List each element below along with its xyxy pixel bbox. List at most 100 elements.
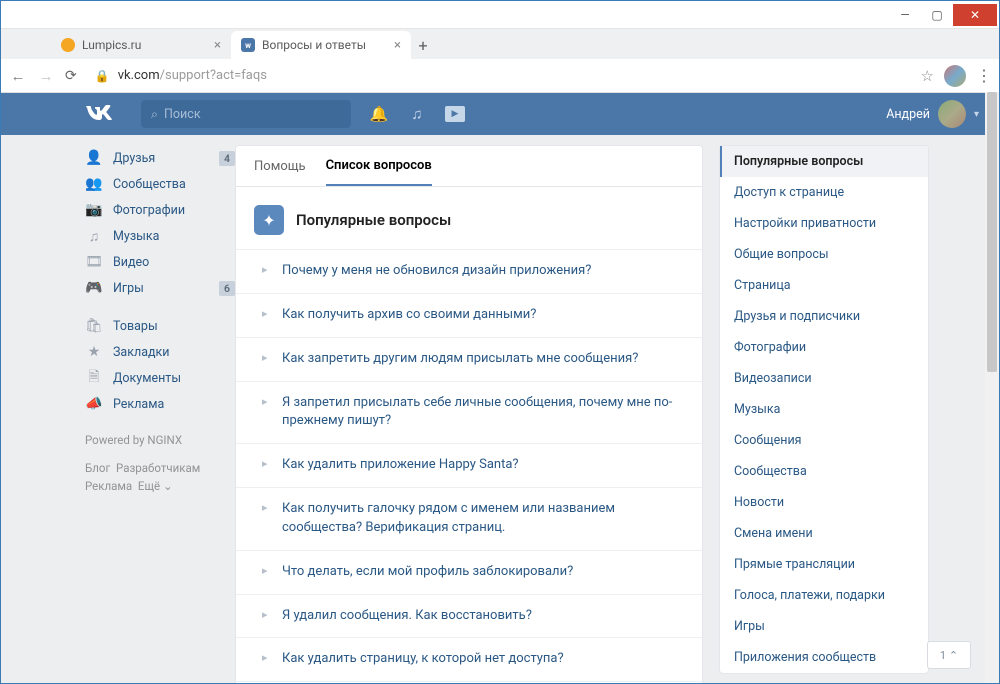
sidebar-item-groups[interactable]: 👥 Сообщества bbox=[85, 171, 235, 197]
subtab-help[interactable]: Помощь bbox=[254, 146, 306, 186]
sidebar-footer: Powered by NGINX Блог Разработчикам Рекл… bbox=[85, 431, 235, 495]
vk-header: ⌕ Поиск 🔔 ♫ ▶ Андрей ▾ bbox=[1, 93, 999, 135]
sidebar-item-docs[interactable]: 🗎 Документы bbox=[85, 365, 235, 391]
question-link[interactable]: Как получить галочку рядом с именем или … bbox=[236, 487, 702, 550]
window-close-button[interactable]: ✕ bbox=[953, 4, 997, 26]
categories-sidebar: Популярные вопросы Доступ к странице Нас… bbox=[719, 145, 929, 683]
notifications-icon[interactable]: 🔔 bbox=[369, 105, 389, 123]
sidebar-item-bookmarks[interactable]: ★ Закладки bbox=[85, 339, 235, 365]
category-link[interactable]: Приложения сообществ bbox=[720, 642, 928, 673]
chevron-down-icon: ▾ bbox=[974, 109, 979, 120]
tab-close-icon[interactable]: × bbox=[394, 38, 401, 53]
question-link[interactable]: Почему у меня не обновился дизайн прилож… bbox=[236, 249, 702, 293]
main-content: Помощь Список вопросов ✦ Популярные вопр… bbox=[235, 135, 703, 683]
lock-icon: 🔒 bbox=[95, 69, 110, 83]
category-link[interactable]: Игры bbox=[720, 611, 928, 642]
favicon-vk: w bbox=[241, 38, 255, 52]
username: Андрей bbox=[886, 107, 930, 122]
category-link[interactable]: Доступ к странице bbox=[720, 177, 928, 208]
nav-forward-icon[interactable]: → bbox=[37, 67, 55, 85]
category-link[interactable]: Музыка bbox=[720, 394, 928, 425]
questions-card: ✦ Популярные вопросы Почему у меня не об… bbox=[235, 187, 703, 683]
category-link[interactable]: Общие вопросы bbox=[720, 239, 928, 270]
reload-icon[interactable]: ⟳ bbox=[65, 68, 77, 84]
page-content: ⌕ Поиск 🔔 ♫ ▶ Андрей ▾ 👤 Друзья 4 bbox=[1, 93, 999, 683]
sidebar-label: Товары bbox=[113, 319, 158, 334]
subtab-questions-list[interactable]: Список вопросов bbox=[326, 146, 432, 186]
url-text: vk.com/support?act=faqs bbox=[118, 68, 267, 83]
question-link[interactable]: Как получить архив со своими данными? bbox=[236, 293, 702, 337]
vk-body: 👤 Друзья 4 👥 Сообщества 📷 Фотографии ♫ М… bbox=[1, 135, 999, 683]
sidebar-label: Друзья bbox=[113, 151, 155, 166]
search-input[interactable]: ⌕ Поиск bbox=[141, 100, 351, 128]
tab-label: Lumpics.ru bbox=[82, 38, 141, 52]
category-link[interactable]: Популярные вопросы bbox=[720, 146, 928, 177]
question-link[interactable]: Как запретить другим людям присылать мне… bbox=[236, 337, 702, 381]
sidebar-label: Фотографии bbox=[113, 203, 185, 218]
sidebar-item-photos[interactable]: 📷 Фотографии bbox=[85, 197, 235, 223]
category-link[interactable]: Сообщества bbox=[720, 456, 928, 487]
category-link[interactable]: Видеозаписи bbox=[720, 363, 928, 394]
sidebar-label: Документы bbox=[113, 371, 181, 386]
section-header: ✦ Популярные вопросы bbox=[236, 187, 702, 249]
sidebar-item-friends[interactable]: 👤 Друзья 4 bbox=[85, 145, 235, 171]
question-link[interactable]: Мою страницу взломали! bbox=[236, 681, 702, 683]
category-link[interactable]: Смена имени bbox=[720, 518, 928, 549]
question-link[interactable]: Как удалить приложение Happy Santa? bbox=[236, 443, 702, 487]
category-link[interactable]: Настройки приватности bbox=[720, 208, 928, 239]
category-link[interactable]: Новости bbox=[720, 487, 928, 518]
window-titlebar: — ▢ ✕ bbox=[1, 1, 999, 29]
question-link[interactable]: Как удалить страницу, к которой нет дост… bbox=[236, 637, 702, 681]
scroll-to-top-button[interactable]: 1 ⌃ bbox=[927, 641, 971, 669]
category-link[interactable]: Сообщения bbox=[720, 425, 928, 456]
category-link[interactable]: Голоса, платежи, подарки bbox=[720, 580, 928, 611]
browser-toolbar: ← → ⟳ 🔒 vk.com/support?act=faqs ☆ ⋮ bbox=[1, 59, 999, 93]
question-link[interactable]: Я запретил присылать себе личные сообщен… bbox=[236, 381, 702, 444]
footer-blog-link[interactable]: Блог bbox=[85, 461, 110, 475]
browser-tab-active[interactable]: w Вопросы и ответы × bbox=[231, 31, 411, 59]
bookmark-star-icon[interactable]: ☆ bbox=[921, 67, 934, 85]
music-icon[interactable]: ♫ bbox=[407, 105, 427, 123]
header-user-menu[interactable]: Андрей ▾ bbox=[886, 100, 979, 128]
question-link[interactable]: Я удалил сообщения. Как восстановить? bbox=[236, 594, 702, 638]
sidebar-item-games[interactable]: 🎮 Игры 6 bbox=[85, 275, 235, 301]
window-maximize-button[interactable]: ▢ bbox=[921, 4, 953, 26]
vk-logo[interactable] bbox=[85, 105, 113, 123]
sidebar-item-market[interactable]: 🛍 Товары bbox=[85, 313, 235, 339]
category-link[interactable]: Страница bbox=[720, 270, 928, 301]
document-icon: 🗎 bbox=[85, 366, 103, 390]
video-play-icon[interactable]: ▶ bbox=[445, 106, 465, 122]
nav-back-icon[interactable]: ← bbox=[9, 67, 27, 85]
footer-ads-link[interactable]: Реклама bbox=[85, 479, 132, 493]
section-title: Популярные вопросы bbox=[296, 211, 451, 229]
profile-avatar[interactable] bbox=[944, 65, 966, 87]
category-link[interactable]: Друзья и подписчики bbox=[720, 301, 928, 332]
sidebar-item-music[interactable]: ♫ Музыка bbox=[85, 223, 235, 249]
flame-icon: ✦ bbox=[254, 205, 284, 235]
sidebar-label: Сообщества bbox=[113, 177, 186, 192]
left-sidebar: 👤 Друзья 4 👥 Сообщества 📷 Фотографии ♫ М… bbox=[85, 135, 235, 683]
camera-icon: 📷 bbox=[85, 202, 103, 218]
megaphone-icon: 📣 bbox=[85, 396, 103, 412]
address-bar[interactable]: 🔒 vk.com/support?act=faqs bbox=[87, 68, 911, 83]
friends-icon: 👤 bbox=[85, 150, 103, 166]
category-link[interactable]: Фотографии bbox=[720, 332, 928, 363]
sidebar-item-ads[interactable]: 📣 Реклама bbox=[85, 391, 235, 417]
sidebar-label: Видео bbox=[113, 255, 149, 270]
subtab-bar: Помощь Список вопросов bbox=[235, 145, 703, 187]
browser-scrollbar[interactable] bbox=[985, 92, 999, 683]
music-note-icon: ♫ bbox=[85, 228, 103, 245]
browser-tab-inactive[interactable]: Lumpics.ru × bbox=[51, 31, 231, 59]
sidebar-badge: 4 bbox=[219, 151, 235, 166]
footer-devs-link[interactable]: Разработчикам bbox=[116, 461, 200, 475]
new-tab-button[interactable]: + bbox=[411, 36, 435, 59]
film-icon: 🎞 bbox=[85, 254, 103, 270]
sidebar-item-video[interactable]: 🎞 Видео bbox=[85, 249, 235, 275]
category-link[interactable]: Прямые трансляции bbox=[720, 549, 928, 580]
footer-more-link[interactable]: Ещё ⌄ bbox=[138, 479, 173, 493]
tab-close-icon[interactable]: × bbox=[214, 38, 221, 53]
window-minimize-button[interactable]: — bbox=[889, 4, 921, 26]
question-link[interactable]: Что делать, если мой профиль заблокирова… bbox=[236, 550, 702, 594]
scrollbar-thumb[interactable] bbox=[987, 92, 997, 372]
browser-menu-icon[interactable]: ⋮ bbox=[976, 66, 991, 85]
